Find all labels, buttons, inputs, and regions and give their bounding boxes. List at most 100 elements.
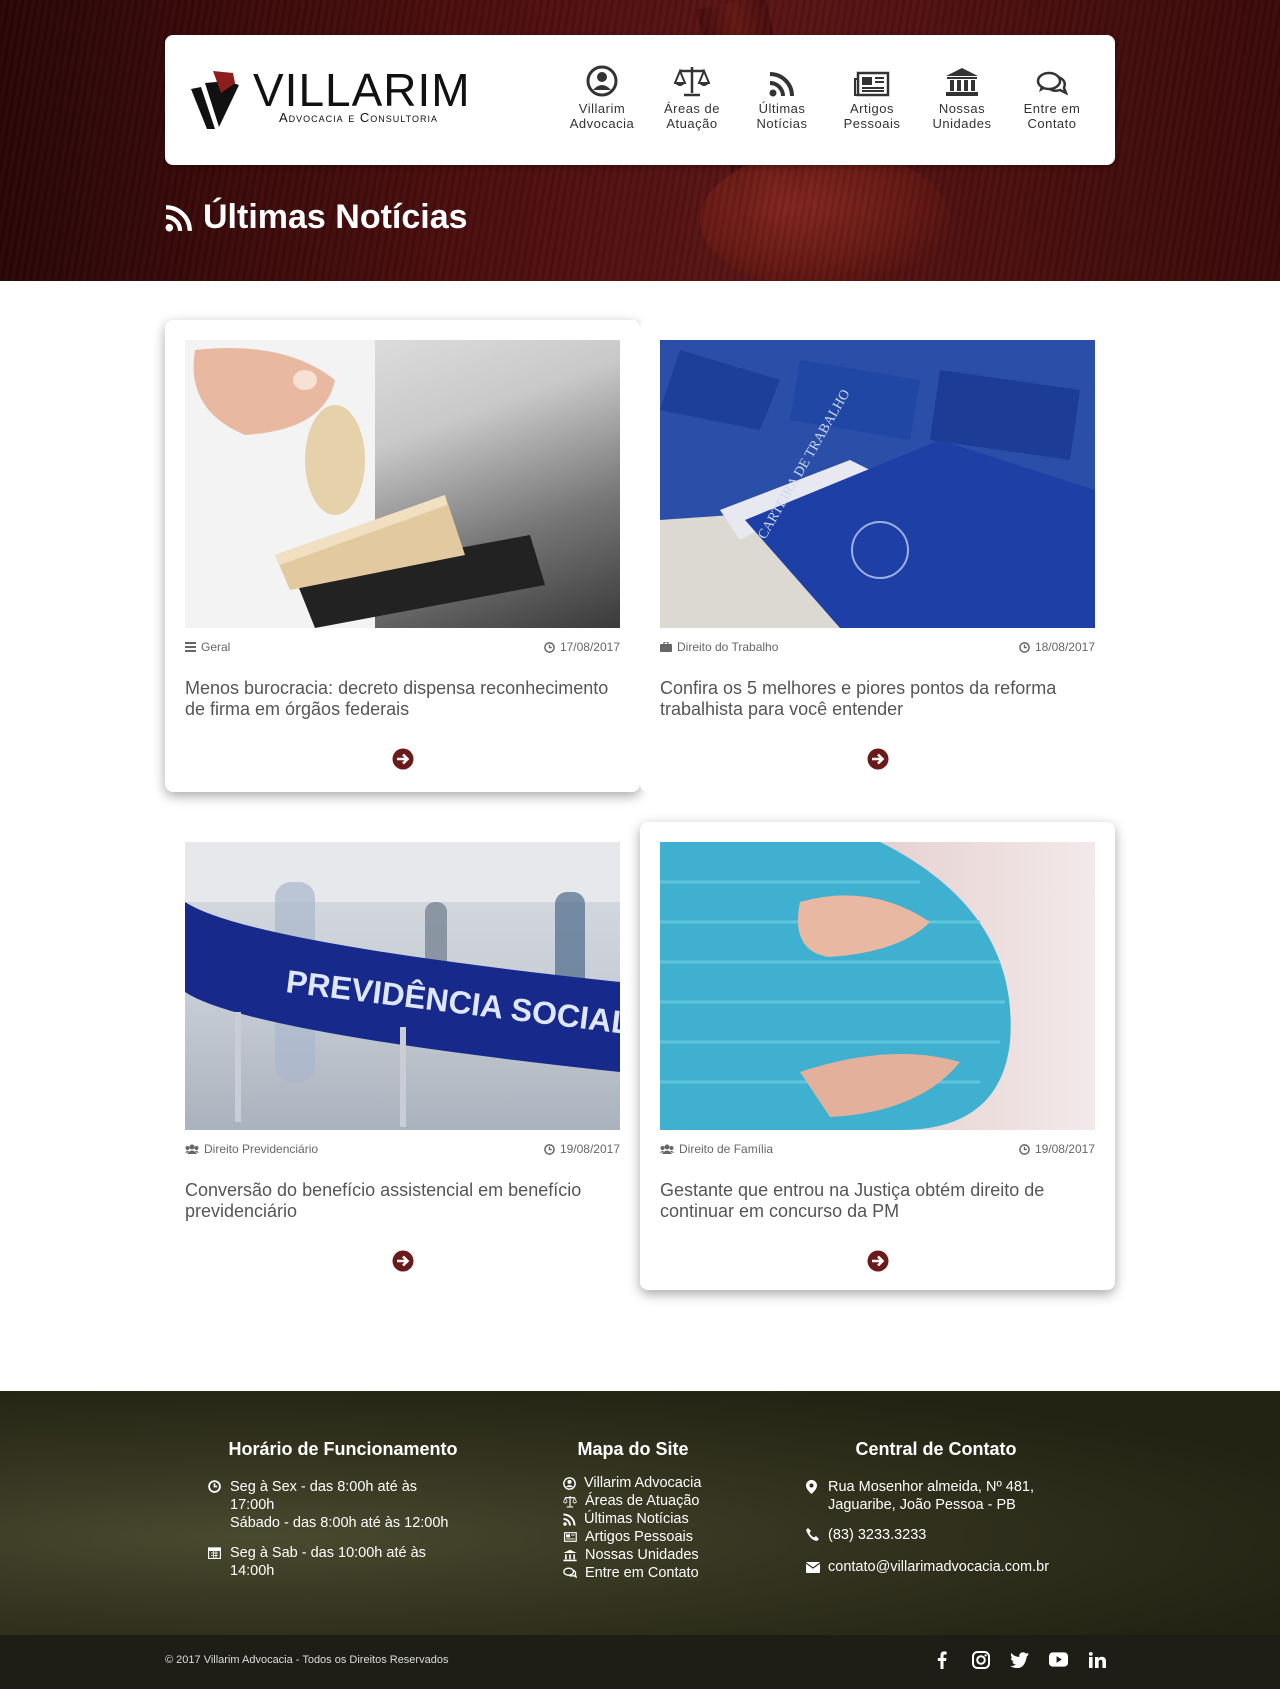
news-card[interactable]: Geral 17/08/2017 Menos burocracia: decre… — [165, 320, 640, 792]
arrow-circle-right-icon[interactable] — [392, 748, 414, 770]
sitemap-link-contato[interactable]: Entre em Contato — [563, 1564, 703, 1582]
sitemap-link-artigos[interactable]: Artigos Pessoais — [563, 1528, 703, 1546]
nav-artigos-pessoais[interactable]: Artigos Pessoais — [827, 61, 917, 131]
news-card[interactable]: Direito de Família 19/08/2017 Gestante q… — [640, 822, 1115, 1290]
bank-icon — [563, 1549, 577, 1562]
sitemap-link-label: Áreas de Atuação — [585, 1493, 700, 1509]
scales-icon — [674, 67, 710, 97]
sitemap-link-noticias[interactable]: Últimas Notícias — [563, 1510, 703, 1528]
news-meta: Geral 17/08/2017 — [185, 640, 620, 654]
category[interactable]: Direito Previdenciário — [185, 1142, 318, 1156]
nav-ultimas-noticias[interactable]: Últimas Notícias — [737, 61, 827, 131]
footer-contact-title: Central de Contato — [855, 1439, 1017, 1459]
date: 17/08/2017 — [544, 640, 620, 654]
news-card[interactable]: CARTEIRA DE TRABALHO Direito do Trabalho… — [640, 320, 1115, 792]
list-icon — [185, 642, 196, 652]
stamp-photo[interactable] — [185, 340, 620, 628]
sitemap-link-label: Entre em Contato — [585, 1565, 699, 1581]
calendar-icon — [207, 1547, 222, 1560]
date-label: 19/08/2017 — [559, 1142, 620, 1156]
nav-areas-atuacao[interactable]: Áreas de Atuação — [647, 61, 737, 131]
nav-nossas-unidades[interactable]: Nossas Unidades — [917, 61, 1007, 131]
clock-icon — [544, 1143, 555, 1155]
category-label: Geral — [201, 640, 231, 654]
sitemap-link-label: Villarim Advocacia — [584, 1475, 702, 1491]
social-security-photo[interactable]: PREVIDÊNCIA SOCIAL — [185, 842, 620, 1130]
nav-label: Entre em Contato — [1023, 101, 1081, 131]
newspaper-icon — [854, 71, 890, 97]
footer-hours-title: Horário de Funcionamento — [228, 1439, 458, 1459]
nav-label: Áreas de Atuação — [663, 101, 721, 131]
arrow-circle-right-icon[interactable] — [867, 1250, 889, 1272]
category-label: Direito do Trabalho — [677, 640, 779, 654]
date: 19/08/2017 — [1019, 1142, 1095, 1156]
hours-weekdays: Seg à Sex - das 8:00h até às 17:00h — [230, 1479, 418, 1513]
footer-contact: Central de Contato Rua Mosenhor almeida,… — [805, 1439, 1066, 1590]
nav-villarim-advocacia[interactable]: Villarim Advocacia — [557, 61, 647, 131]
news-card[interactable]: PREVIDÊNCIA SOCIAL Direito Previdenciári… — [165, 822, 640, 1294]
date-label: 18/08/2017 — [1034, 640, 1095, 654]
news-title[interactable]: Gestante que entrou na Justiça obtém dir… — [660, 1180, 1095, 1222]
news-title[interactable]: Menos burocracia: decreto dispensa recon… — [185, 678, 620, 720]
sitemap-link-label: Últimas Notícias — [584, 1511, 689, 1527]
footer-sitemap: Mapa do Site Villarim Advocacia Áreas de… — [563, 1439, 703, 1582]
users-icon — [185, 1144, 199, 1154]
scales-icon — [563, 1496, 577, 1508]
category[interactable]: Direito de Família — [660, 1142, 773, 1156]
twitter-icon[interactable] — [1010, 1650, 1029, 1669]
sitemap-link-villarim[interactable]: Villarim Advocacia — [563, 1474, 703, 1492]
map-marker-icon — [806, 1480, 817, 1494]
chat-icon — [563, 1567, 577, 1579]
footer-bottom-bar: © 2017 Villarim Advocacia - Todos os Dir… — [0, 1635, 1280, 1689]
clock-icon — [1019, 1143, 1030, 1155]
hours-row: Seg à Sab - das 10:00h até às 14:00h — [207, 1544, 458, 1580]
instagram-icon[interactable] — [971, 1650, 990, 1669]
footer: Horário de Funcionamento Seg à Sex - das… — [0, 1391, 1280, 1635]
sitemap-link-label: Artigos Pessoais — [585, 1529, 693, 1545]
contact-phone[interactable]: (83) 3233.3233 — [828, 1526, 926, 1546]
date-label: 19/08/2017 — [1034, 1142, 1095, 1156]
date: 19/08/2017 — [544, 1142, 620, 1156]
news-meta: Direito Previdenciário 19/08/2017 — [185, 1142, 620, 1156]
youtube-icon[interactable] — [1049, 1650, 1068, 1669]
contact-phone-row: (83) 3233.3233 — [806, 1526, 1066, 1546]
nav-label: Artigos Pessoais — [843, 101, 901, 131]
linkedin-icon[interactable] — [1088, 1650, 1107, 1669]
news-title[interactable]: Conversão do benefício assistencial em b… — [185, 1180, 620, 1222]
chat-icon — [1036, 71, 1068, 96]
news-title[interactable]: Confira os 5 melhores e piores pontos da… — [660, 678, 1095, 720]
logo[interactable]: VILLARIM Advocacia e Consultoria — [187, 63, 492, 138]
nav-label: Últimas Notícias — [756, 101, 808, 131]
rss-icon — [769, 72, 794, 97]
copyright: © 2017 Villarim Advocacia - Todos os Dir… — [165, 1654, 449, 1666]
arrow-circle-right-icon[interactable] — [867, 748, 889, 770]
user-circle-icon — [586, 65, 618, 97]
contact-address: Rua Mosenhor almeida, Nº 481, Jaguaribe,… — [828, 1479, 1034, 1513]
pregnant-photo[interactable] — [660, 842, 1095, 1130]
rss-icon — [165, 204, 192, 231]
category[interactable]: Geral — [185, 640, 230, 654]
facebook-icon[interactable] — [932, 1650, 951, 1669]
logo-subtitle: Advocacia e Consultoria — [279, 110, 438, 125]
footer-sitemap-title: Mapa do Site — [577, 1439, 689, 1459]
date-label: 17/08/2017 — [559, 640, 620, 654]
social-links — [932, 1650, 1107, 1669]
footer-hours: Horário de Funcionamento Seg à Sex - das… — [207, 1439, 458, 1592]
main-nav: Villarim Advocacia Áreas de Atuação Últi… — [557, 61, 1097, 131]
nav-entre-em-contato[interactable]: Entre em Contato — [1007, 61, 1097, 131]
sitemap-link-unidades[interactable]: Nossas Unidades — [563, 1546, 703, 1564]
clock-icon — [544, 641, 555, 653]
phone-icon — [806, 1528, 819, 1541]
header: VILLARIM Advocacia e Consultoria Villari… — [165, 35, 1115, 165]
page-title-text: Últimas Notícias — [203, 198, 468, 236]
users-icon — [660, 1144, 674, 1154]
news-meta: Direito do Trabalho 18/08/2017 — [660, 640, 1095, 654]
arrow-circle-right-icon[interactable] — [392, 1250, 414, 1272]
sitemap-link-areas[interactable]: Áreas de Atuação — [563, 1492, 703, 1510]
contact-email[interactable]: contato@villarimadvocacia.com.br — [828, 1558, 1049, 1578]
hero-banner: VILLARIM Advocacia e Consultoria Villari… — [0, 0, 1280, 281]
bank-icon — [946, 68, 978, 96]
category[interactable]: Direito do Trabalho — [660, 640, 778, 654]
hours-row: Seg à Sex - das 8:00h até às 17:00h Sába… — [208, 1478, 458, 1532]
work-card-photo[interactable]: CARTEIRA DE TRABALHO — [660, 340, 1095, 628]
